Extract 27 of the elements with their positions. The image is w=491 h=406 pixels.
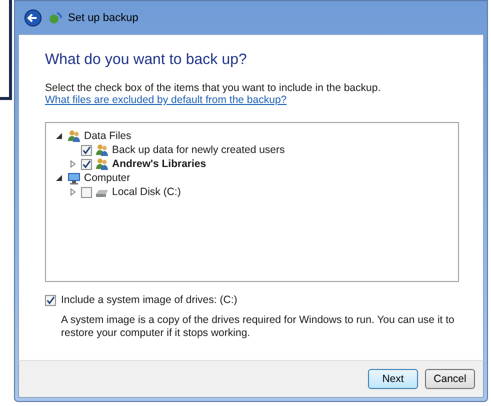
expand-arrow[interactable] <box>68 159 78 169</box>
tree-item[interactable]: Back up data for newly created users <box>112 144 285 156</box>
tree-item[interactable]: Andrew's Libraries <box>112 158 206 170</box>
expand-arrow[interactable] <box>68 187 78 197</box>
checkbox[interactable] <box>81 144 92 156</box>
users-icon <box>95 157 109 171</box>
collapse-arrow[interactable] <box>54 131 64 141</box>
tree-item[interactable]: Data Files <box>84 130 132 142</box>
checkbox-label[interactable]: Include a system image of drives: (C:) <box>61 294 238 306</box>
description-text: A system image is a copy of the drives required for Windows to run. You can use it to restore your computer if it stops working. <box>61 314 456 340</box>
instruction-text: Select the check box of the items that you want to include in the backup. <box>45 82 381 94</box>
tree-item[interactable]: Computer <box>84 172 130 184</box>
window-title: Set up backup <box>68 12 138 24</box>
collapse-arrow[interactable] <box>54 173 64 183</box>
checkbox[interactable] <box>45 294 56 306</box>
backup-icon <box>48 10 62 24</box>
dialog-button[interactable]: Next <box>368 369 418 389</box>
users-icon <box>67 129 81 143</box>
dialog-button[interactable]: Cancel <box>425 369 475 389</box>
page-heading: What do you want to back up? <box>45 51 248 68</box>
computer-icon <box>67 171 81 185</box>
users-icon <box>95 143 109 157</box>
back-button[interactable] <box>24 8 42 26</box>
tree-item[interactable]: Local Disk (C:) <box>112 186 181 198</box>
help-link[interactable]: What files are excluded by default from the backup? <box>45 94 287 106</box>
checkbox[interactable] <box>81 186 92 198</box>
checkbox[interactable] <box>81 158 92 170</box>
